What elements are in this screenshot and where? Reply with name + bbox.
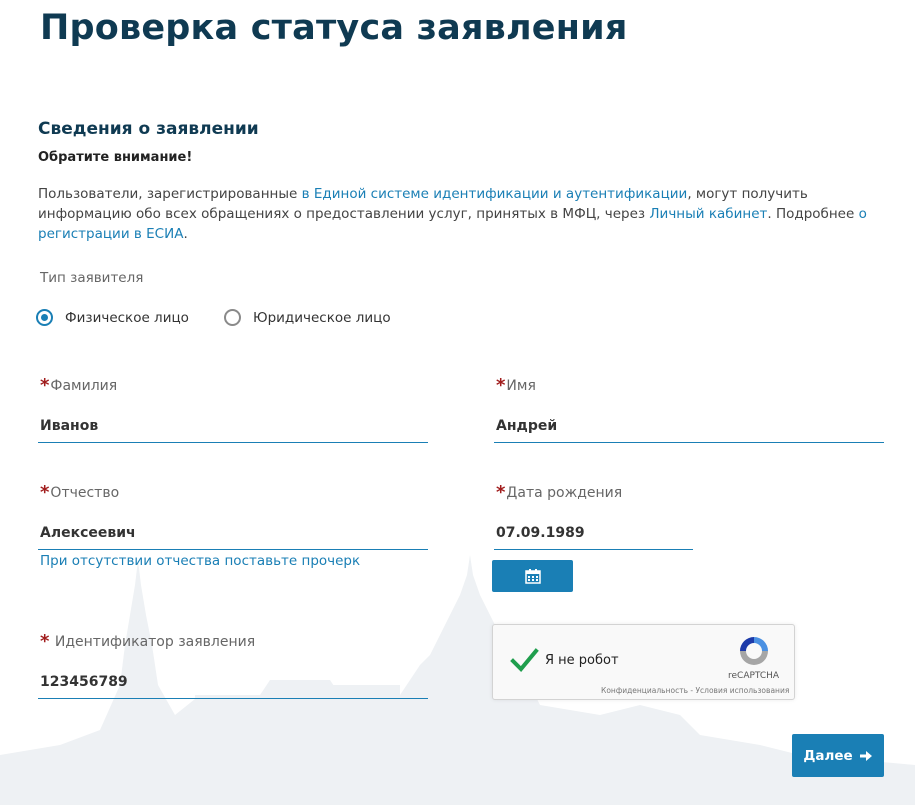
first-name-label: *Имя	[496, 375, 536, 396]
recaptcha-logo-icon	[740, 637, 768, 665]
esia-link[interactable]: в Единой системе идентификации и аутенти…	[302, 186, 688, 202]
page-title: Проверка статуса заявления	[40, 8, 628, 48]
next-button-label: Далее	[803, 747, 853, 764]
checkmark-icon[interactable]	[509, 645, 539, 675]
radio-label: Юридическое лицо	[253, 309, 391, 326]
calendar-button[interactable]	[492, 560, 573, 592]
next-button[interactable]: Далее	[792, 734, 884, 777]
patronymic-label: *Отчество	[40, 482, 120, 503]
arrow-right-icon	[859, 750, 872, 761]
application-id-input[interactable]	[38, 665, 428, 699]
recaptcha-links[interactable]: Конфиденциальность - Условия использован…	[601, 686, 789, 695]
calendar-icon	[524, 569, 541, 584]
section-title: Сведения о заявлении	[38, 119, 259, 139]
last-name-label: *Фамилия	[40, 375, 118, 396]
recaptcha-widget: Я не робот reCAPTCHA Конфиденциальность …	[492, 624, 795, 700]
info-paragraph: Пользователи, зарегистрированные в Едино…	[38, 186, 867, 242]
patronymic-hint: При отсутствии отчества поставьте прочер…	[40, 553, 361, 569]
birth-date-input[interactable]	[494, 516, 693, 550]
attention-note: Обратите внимание!	[38, 150, 193, 165]
applicant-type-caption: Тип заявителя	[40, 270, 144, 286]
radio-individual[interactable]: Физическое лицо	[36, 309, 189, 326]
patronymic-input[interactable]	[38, 516, 428, 550]
personal-cabinet-link[interactable]: Личный кабинет	[649, 206, 767, 222]
recaptcha-brand: reCAPTCHA	[728, 671, 780, 681]
radio-label: Физическое лицо	[65, 309, 189, 326]
birth-date-label: *Дата рождения	[496, 482, 623, 503]
first-name-input[interactable]	[494, 409, 884, 443]
radio-legal-entity[interactable]: Юридическое лицо	[224, 309, 391, 326]
last-name-input[interactable]	[38, 409, 428, 443]
application-id-label: * Идентификатор заявления	[40, 631, 256, 652]
radio-checked-icon	[36, 309, 53, 326]
recaptcha-label: Я не робот	[545, 653, 619, 668]
radio-unchecked-icon	[224, 309, 241, 326]
